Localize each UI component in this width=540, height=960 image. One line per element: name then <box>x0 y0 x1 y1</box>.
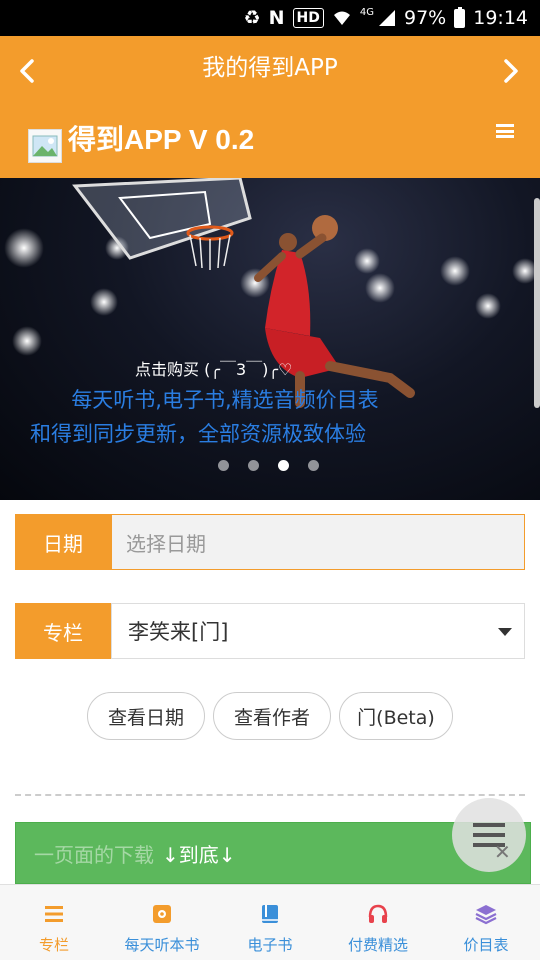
tab-label: 付费精选 <box>347 936 408 954</box>
action-buttons: 查看日期 查看作者 门(Beta) <box>0 692 540 740</box>
to-bottom-link[interactable]: ↓到底↓ <box>162 839 236 868</box>
buy-link[interactable]: 点击购买 (╭￣3￣)╭♡ <box>135 356 292 380</box>
hero-caption-line2: 和得到同步更新，全部资源极致体验 <box>30 422 366 446</box>
headphones-icon <box>368 904 388 923</box>
carousel-dot-active[interactable] <box>278 460 289 471</box>
tab-label: 价目表 <box>463 936 509 954</box>
forward-button[interactable] <box>484 56 524 86</box>
column-select-value: 李笑来[门] <box>128 620 229 644</box>
tab-columns[interactable]: 专栏 <box>0 885 108 960</box>
tab-label: 电子书 <box>247 936 293 954</box>
tab-paid-selection[interactable]: 付费精选 <box>324 885 432 960</box>
battery-percent: 97% <box>404 7 447 29</box>
page-title: 我的得到APP <box>202 55 338 81</box>
list-icon <box>45 906 63 922</box>
faded-text: 一页面的下载 <box>34 842 154 867</box>
column-select[interactable]: 李笑来[门] <box>111 603 525 659</box>
column-label: 专栏 <box>15 603 111 659</box>
carousel-indicators <box>218 460 338 471</box>
carousel-dot[interactable] <box>248 460 259 471</box>
hd-badge: HD <box>292 8 324 28</box>
chevron-down-icon <box>498 628 512 636</box>
hero-carousel[interactable]: 点击购买 (╭￣3￣)╭♡ 每天听书,电子书,精选音频价目表 和得到同步更新，全… <box>0 178 540 500</box>
status-bar: ♻ N HD 4G 97% 19:14 <box>0 0 540 36</box>
layers-icon <box>475 905 497 925</box>
date-input[interactable]: 选择日期 <box>111 514 525 570</box>
network-type: 4G <box>359 6 374 18</box>
basketball-player-image <box>72 178 415 408</box>
carousel-dot[interactable] <box>308 460 319 471</box>
floating-menu-button[interactable] <box>452 798 526 872</box>
broken-image-icon <box>28 129 62 163</box>
audio-book-icon <box>153 905 171 923</box>
book-icon <box>262 905 278 923</box>
divider <box>15 794 525 796</box>
door-beta-button[interactable]: 门(Beta) <box>339 692 453 740</box>
recycle-icon: ♻ <box>243 7 261 29</box>
view-date-button[interactable]: 查看日期 <box>87 692 205 740</box>
date-label: 日期 <box>15 514 111 570</box>
brand: 得到APP V 0.2 <box>28 118 255 163</box>
view-author-button[interactable]: 查看作者 <box>213 692 331 740</box>
wifi-icon <box>332 9 352 27</box>
nfc-icon: N <box>268 7 285 29</box>
battery-icon <box>454 6 466 28</box>
hero-caption-line1: 每天听书,电子书,精选音频价目表 <box>71 388 379 412</box>
app-header: 我的得到APP 得到APP V 0.2 <box>0 36 540 178</box>
tab-label: 专栏 <box>38 936 69 954</box>
date-field: 日期 选择日期 <box>15 514 525 570</box>
column-field: 专栏 李笑来[门] <box>15 603 525 659</box>
close-icon[interactable]: ✕ <box>494 840 511 864</box>
chevron-right-icon <box>504 59 518 83</box>
bottom-tab-bar: 专栏 每天听本书 电子书 付费精选 价目表 <box>0 884 540 960</box>
signal-icon <box>378 9 396 27</box>
clock: 19:14 <box>473 7 528 29</box>
carousel-dot[interactable] <box>218 460 229 471</box>
scrollbar[interactable] <box>534 198 540 408</box>
tab-label: 每天听本书 <box>124 936 200 954</box>
tab-daily-book[interactable]: 每天听本书 <box>108 885 216 960</box>
tab-price-list[interactable]: 价目表 <box>432 885 540 960</box>
brand-name: 得到APP V 0.2 <box>68 124 255 155</box>
tab-ebook[interactable]: 电子书 <box>216 885 324 960</box>
menu-icon[interactable] <box>496 124 514 138</box>
